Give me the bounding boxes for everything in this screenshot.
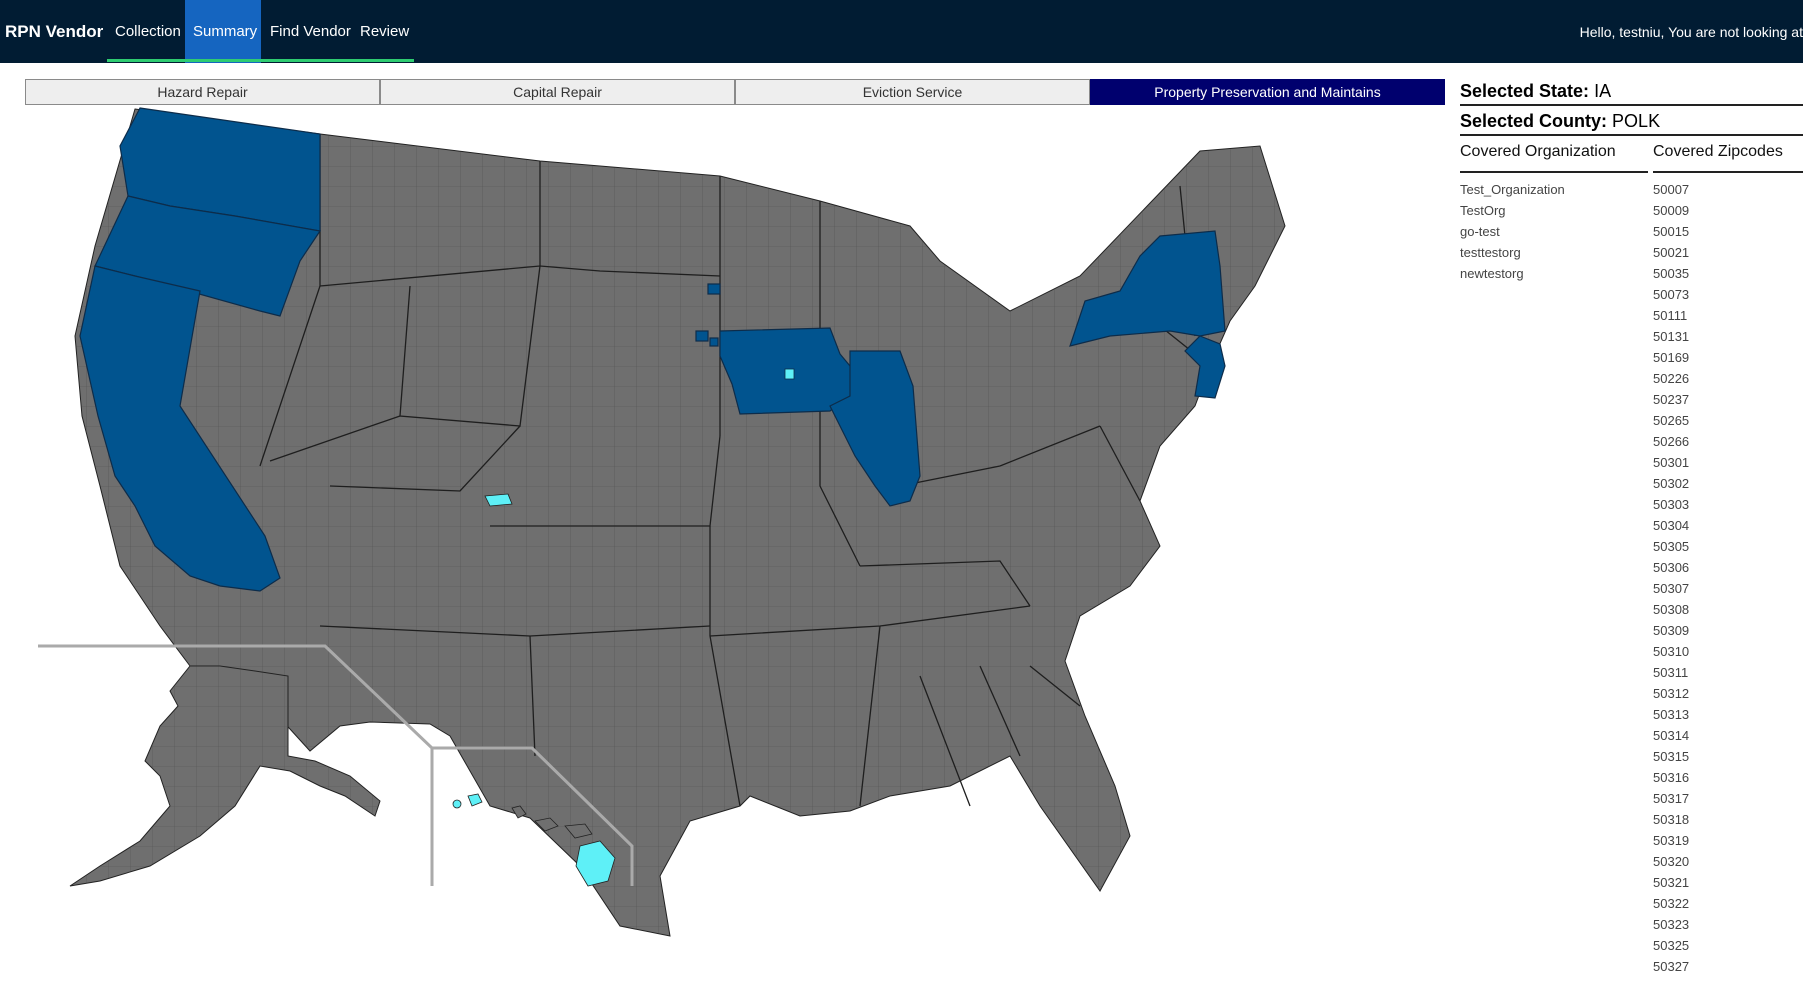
nav-active-underline (107, 59, 414, 62)
selected-state-value: IA (1594, 81, 1612, 101)
zip-list-item: 50169 (1653, 350, 1690, 365)
nav-item-find-vendor[interactable]: Find Vendor (262, 0, 354, 63)
zip-list-item: 50301 (1653, 455, 1690, 470)
zip-list-item: 50319 (1653, 833, 1690, 848)
zipcode-list[interactable]: 50007 50009 50015 50021 50035 50073 5011… (1653, 179, 1803, 981)
county-polk-ia[interactable] (784, 368, 795, 380)
zip-list-item: 50321 (1653, 875, 1690, 890)
zip-list-item: 50237 (1653, 392, 1690, 407)
nav-item-collection[interactable]: Collection (107, 0, 185, 63)
us-map[interactable] (20, 106, 1450, 986)
zip-list-item: 50316 (1653, 770, 1690, 785)
us-map-svg[interactable] (20, 106, 1450, 986)
selected-state-label: Selected State: (1460, 81, 1590, 101)
zip-list-item: 50308 (1653, 602, 1690, 617)
org-list-item[interactable]: newtestorg (1460, 263, 1648, 284)
brand-logo-text[interactable]: RPN Vendor (5, 22, 103, 42)
zip-list-item: 50015 (1653, 224, 1690, 239)
zip-list-item: 50317 (1653, 791, 1690, 806)
tab-property-preservation[interactable]: Property Preservation and Maintains (1090, 79, 1445, 105)
selected-county-row: Selected County: POLK (1460, 109, 1803, 136)
zip-list-item: 50309 (1653, 623, 1690, 638)
org-list-item[interactable]: TestOrg (1460, 200, 1648, 221)
zip-list-item: 50312 (1653, 686, 1690, 701)
zip-list-item: 50323 (1653, 917, 1690, 932)
zip-list-item: 50313 (1653, 707, 1690, 722)
zip-list-item: 50302 (1653, 476, 1690, 491)
zip-list-item: 50035 (1653, 266, 1690, 281)
zip-list-item: 50131 (1653, 329, 1690, 344)
zip-list-item: 50320 (1653, 854, 1690, 869)
zip-list-item: 50111 (1653, 308, 1688, 323)
zip-list-item: 50304 (1653, 518, 1690, 533)
county-nebraska-3[interactable] (709, 337, 719, 347)
zip-list-item: 50315 (1653, 749, 1690, 764)
zip-list-item: 50325 (1653, 938, 1690, 953)
zip-list-item: 50306 (1653, 560, 1690, 575)
selected-county-label: Selected County: (1460, 111, 1608, 131)
tab-capital-repair[interactable]: Capital Repair (380, 79, 735, 105)
selected-state-row: Selected State: IA (1460, 79, 1803, 106)
zip-list-item: 50007 (1653, 182, 1690, 197)
tab-hazard-repair[interactable]: Hazard Repair (25, 79, 380, 105)
zip-list-item: 50303 (1653, 497, 1690, 512)
zip-list-item: 50009 (1653, 203, 1690, 218)
nav-item-summary[interactable]: Summary (185, 0, 261, 63)
org-list-item[interactable]: go-test (1460, 221, 1648, 242)
tab-eviction-service[interactable]: Eviction Service (735, 79, 1090, 105)
selected-county-value: POLK (1612, 111, 1661, 131)
nav-item-review[interactable]: Review (354, 0, 414, 63)
zip-list-item: 50305 (1653, 539, 1690, 554)
user-greeting: Hello, testniu, You are not looking at (1579, 24, 1803, 40)
zip-list-item: 50226 (1653, 371, 1690, 386)
zip-list-item: 50265 (1653, 413, 1690, 428)
zip-list-item: 50073 (1653, 287, 1690, 302)
zip-list-item: 50311 (1653, 665, 1689, 680)
zip-list-item: 50327 (1653, 959, 1690, 974)
zip-list-item: 50266 (1653, 434, 1690, 449)
org-list-item[interactable]: Test_Organization (1460, 179, 1648, 200)
org-column-header: Covered Organization (1460, 141, 1648, 173)
selection-panel: Selected State: IA Selected County: POLK… (1460, 79, 1803, 974)
zip-list-item: 50307 (1653, 581, 1690, 596)
top-navbar: RPN Vendor Collection Summary Find Vendo… (0, 0, 1803, 63)
zip-list-item: 50318 (1653, 812, 1690, 827)
county-nebraska-2[interactable] (695, 330, 709, 342)
county-colorado-highlight[interactable] (484, 493, 513, 507)
county-nebraska-1[interactable] (707, 283, 721, 295)
zip-list-item: 50310 (1653, 644, 1690, 659)
org-list-item[interactable]: testtestorg (1460, 242, 1648, 263)
zip-column-header: Covered Zipcodes (1653, 141, 1803, 173)
zip-list-item: 50322 (1653, 896, 1690, 911)
organization-list: Test_Organization TestOrg go-test testte… (1460, 179, 1648, 284)
zip-list-item: 50021 (1653, 245, 1690, 260)
zip-list-item: 50314 (1653, 728, 1690, 743)
